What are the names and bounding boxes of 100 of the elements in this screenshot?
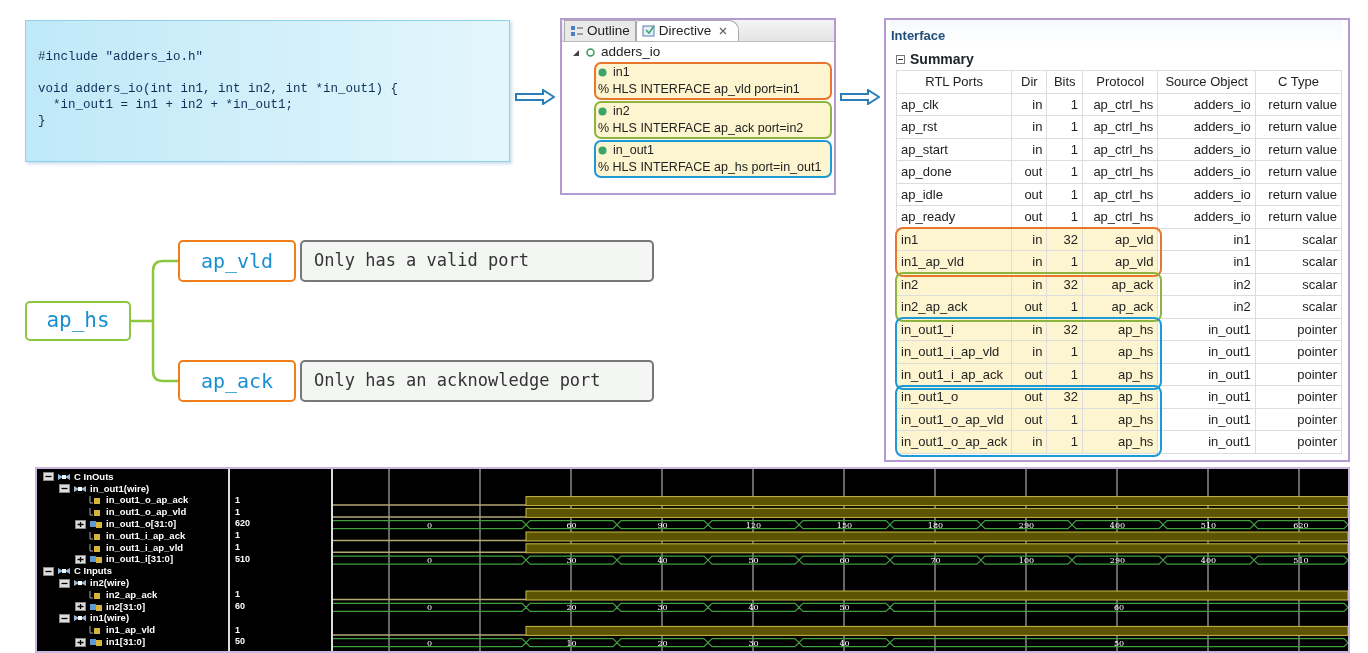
- column-header: RTL Ports: [896, 70, 1012, 93]
- bus-icon: [89, 601, 103, 612]
- signal-icon: [89, 507, 103, 518]
- table-cell: return value: [1255, 138, 1342, 161]
- description-box: Only has an acknowledge port: [300, 360, 654, 402]
- bus-value: 20: [566, 603, 577, 613]
- table-cell: in1: [896, 228, 1012, 251]
- table-cell: return value: [1255, 205, 1342, 228]
- bus-value: 180: [927, 520, 944, 530]
- outline-icon: [570, 24, 584, 38]
- close-icon[interactable]: [718, 26, 729, 36]
- table-cell: scalar: [1255, 295, 1342, 318]
- table-cell: in_out1_o_ap_vld: [896, 408, 1012, 431]
- arrow-icon: [840, 89, 880, 105]
- table-cell: ap_rst: [896, 115, 1012, 138]
- branch-node: ap_ack: [178, 360, 296, 402]
- table-cell: scalar: [1255, 250, 1342, 273]
- expand-icon[interactable]: [75, 637, 86, 647]
- signal-group-icon: [73, 483, 87, 494]
- signal-name[interactable]: in_out1_i[31:0]: [106, 552, 174, 567]
- signal-name[interactable]: in2[31:0]: [106, 599, 146, 614]
- signal-group-icon: [57, 566, 71, 577]
- table-cell: ap_ctrl_hs: [1082, 138, 1158, 161]
- description-box: Only has a valid port: [300, 240, 654, 282]
- panel-tab[interactable]: Outline: [564, 20, 636, 41]
- directive-text: % HLS INTERFACE ap_hs port=in_out1: [598, 159, 823, 176]
- table-cell: in_out1: [1157, 385, 1256, 408]
- bus-value: 0: [426, 638, 433, 648]
- collapse-icon[interactable]: [59, 484, 70, 494]
- bus-value: 90: [657, 520, 668, 530]
- table-cell: in_out1_i_ap_ack: [896, 363, 1012, 386]
- table-cell: pointer: [1255, 385, 1342, 408]
- bus-value: 40: [657, 556, 668, 566]
- column-header: Protocol: [1082, 70, 1158, 93]
- table-cell: adders_io: [1157, 93, 1256, 116]
- directive-text: % HLS INTERFACE ap_ack port=in2: [598, 120, 805, 137]
- bus-value: 0: [426, 520, 433, 530]
- column-header: C Type: [1255, 70, 1342, 93]
- signal-value: 1: [235, 588, 240, 602]
- signal-value: 50: [235, 635, 245, 649]
- expand-icon[interactable]: [75, 519, 86, 529]
- table-cell: adders_io: [1157, 138, 1256, 161]
- table-cell: return value: [1255, 160, 1342, 183]
- signal-group-icon: [73, 613, 87, 624]
- bus-value: 60: [566, 520, 577, 530]
- tree-item[interactable]: in_out1: [613, 142, 654, 159]
- collapse-icon[interactable]: [43, 566, 54, 576]
- bus-value: 50: [1113, 638, 1125, 648]
- signal-icon: [89, 495, 103, 506]
- signal-value: 1: [235, 529, 240, 543]
- signal-value: 1: [235, 540, 240, 554]
- table-cell: pointer: [1255, 318, 1342, 341]
- table-cell: ap_ctrl_hs: [1082, 115, 1158, 138]
- expand-icon[interactable]: [75, 554, 86, 564]
- table-cell: return value: [1255, 115, 1342, 138]
- bus-value: 120: [745, 520, 762, 530]
- table-cell: out: [1011, 183, 1047, 206]
- signal-value: 620: [235, 517, 251, 531]
- tree-item[interactable]: in2: [613, 103, 630, 120]
- bus-value: 400: [1200, 556, 1217, 566]
- signal-name[interactable]: in_out1_i_ap_vld: [106, 540, 184, 555]
- collapse-icon[interactable]: [59, 613, 70, 623]
- table-cell: pointer: [1255, 340, 1342, 363]
- collapse-icon[interactable]: [896, 54, 905, 64]
- signal-icon: [89, 589, 103, 600]
- signal-icon: [89, 542, 103, 553]
- signal-value: 510: [235, 552, 251, 566]
- table-cell: adders_io: [1157, 115, 1256, 138]
- table-cell: return value: [1255, 93, 1342, 116]
- column-header: Dir: [1011, 70, 1047, 93]
- bus-value: 150: [836, 520, 853, 530]
- table-cell: ap_clk: [896, 93, 1012, 116]
- bus-value: 40: [839, 638, 850, 648]
- tree-item[interactable]: adders_io: [601, 42, 661, 63]
- table-cell: scalar: [1255, 273, 1342, 296]
- directive-text: % HLS INTERFACE ap_vld port=in1: [598, 81, 801, 98]
- expand-icon[interactable]: [75, 602, 86, 612]
- signal-name[interactable]: in_out1_o_ap_ack: [106, 493, 189, 508]
- arrow-icon: [515, 89, 555, 105]
- table-cell: in_out1_o_ap_ack: [896, 430, 1012, 453]
- bus-value: 20: [657, 638, 668, 648]
- bus-value: 50: [748, 556, 759, 566]
- table-cell: in1: [1157, 228, 1256, 251]
- panel-title: Interface: [891, 28, 946, 43]
- collapse-icon[interactable]: [43, 472, 54, 482]
- panel-tab[interactable]: Directive: [635, 20, 740, 41]
- table-cell: 1: [1046, 183, 1083, 206]
- tree-item[interactable]: in1: [613, 64, 630, 81]
- bus-value: 620: [1293, 520, 1309, 530]
- bus-icon: [89, 637, 103, 648]
- table-cell: in_out1: [1157, 408, 1256, 431]
- table-cell: out: [1011, 160, 1047, 183]
- collapse-icon[interactable]: [59, 578, 70, 588]
- table-cell: ap_ready: [896, 205, 1012, 228]
- signal-name[interactable]: in1(wire): [90, 611, 130, 626]
- bus-value: 290: [1018, 520, 1035, 530]
- expand-icon[interactable]: [572, 48, 580, 57]
- variable-icon: [598, 146, 607, 155]
- table-cell: in: [1011, 138, 1047, 161]
- table-cell: 1: [1046, 115, 1083, 138]
